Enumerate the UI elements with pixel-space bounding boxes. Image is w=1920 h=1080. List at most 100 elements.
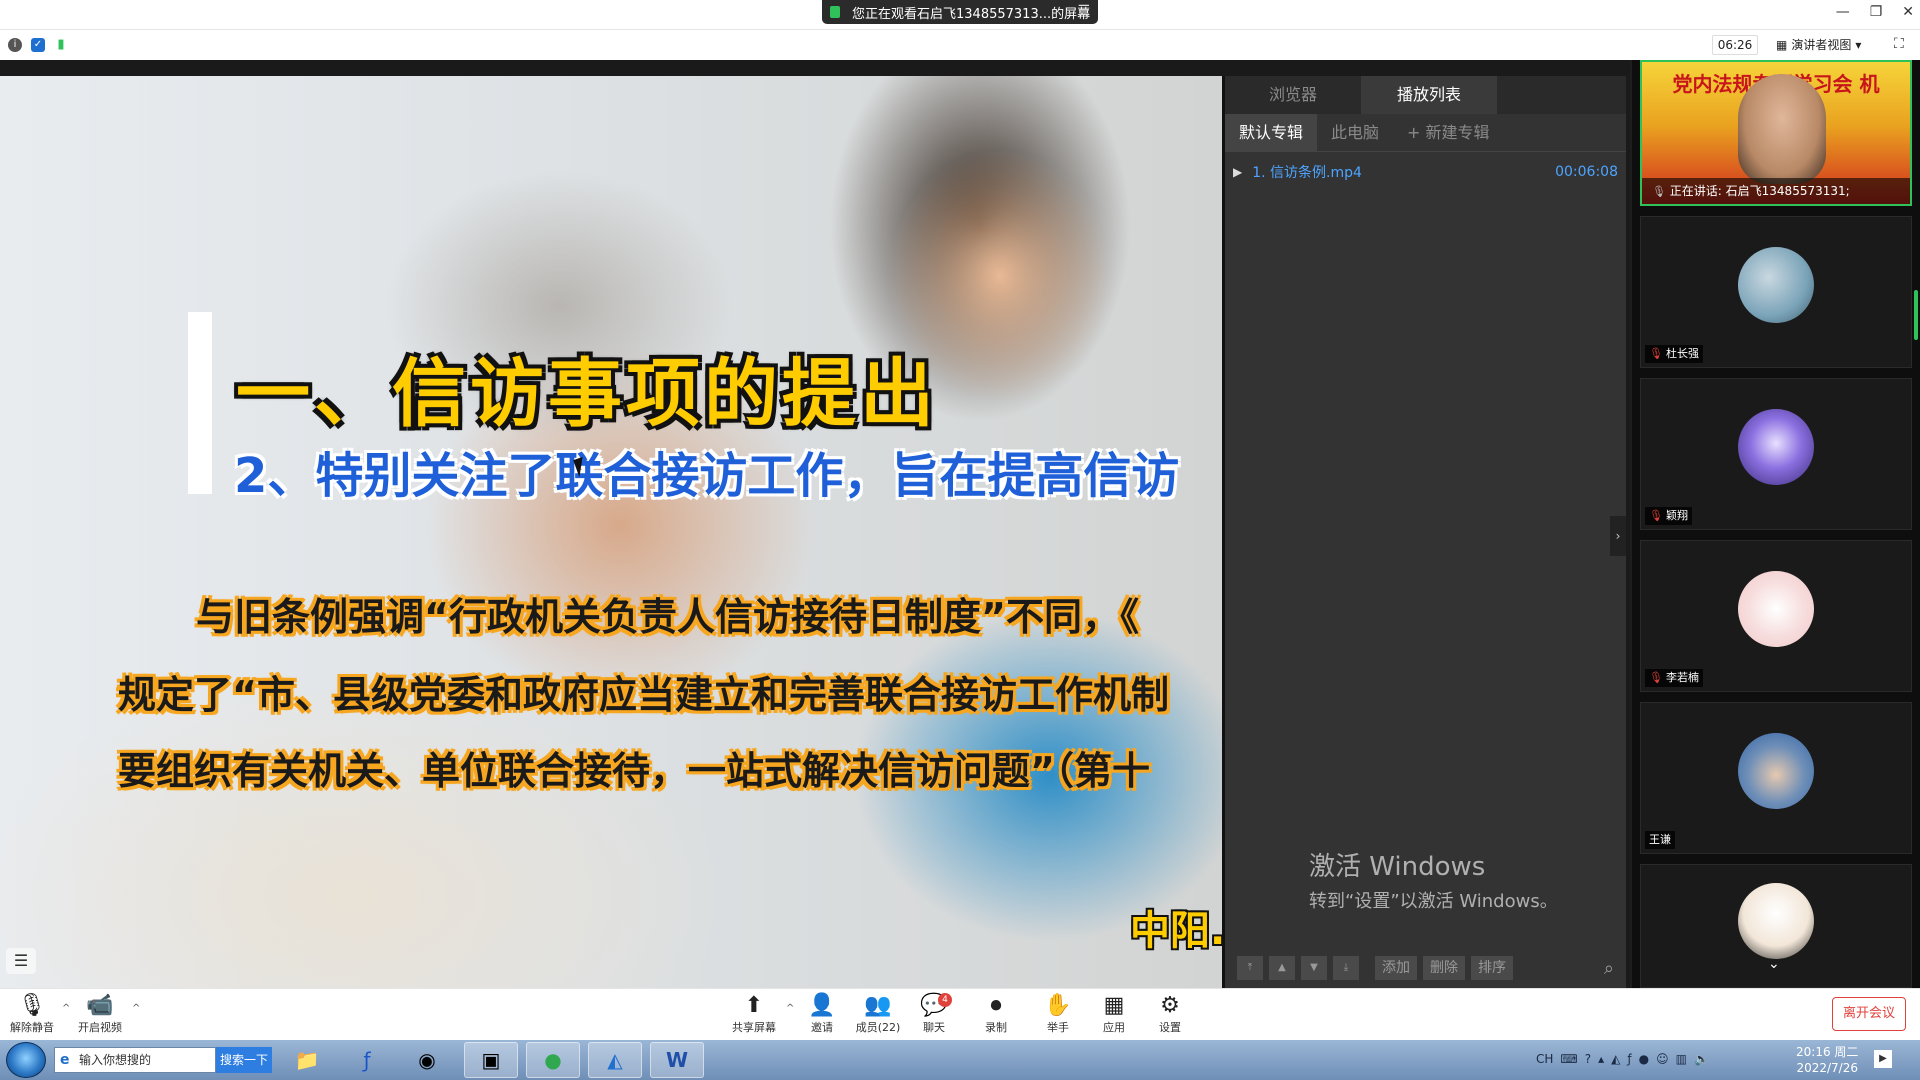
raise-hand-label: 举手 xyxy=(1047,1021,1069,1034)
move-top-icon[interactable]: ⤒ xyxy=(1237,956,1263,980)
wechat-icon[interactable]: ● xyxy=(1639,1052,1649,1066)
album-this-pc[interactable]: 此电脑 xyxy=(1317,114,1393,152)
app-icon[interactable]: ▣ xyxy=(464,1042,518,1078)
playlist-item[interactable]: ▶ 1. 信访条例.mp4 00:06:08 xyxy=(1225,156,1626,188)
invite-button[interactable]: 👤 邀请 xyxy=(792,993,852,1035)
sort-button[interactable]: 排序 xyxy=(1471,956,1513,980)
unmute-button[interactable]: 🎙 解除静音 xyxy=(2,993,62,1035)
qq-icon[interactable]: ☺ xyxy=(1656,1052,1669,1066)
start-button[interactable] xyxy=(6,1042,46,1078)
restore-button[interactable]: ❐ xyxy=(1870,4,1883,20)
network-icon[interactable]: ▥ xyxy=(1676,1052,1687,1066)
clock-date: 2022/7/26 xyxy=(1796,1061,1858,1075)
record-icon: ⏺ xyxy=(990,993,1002,1018)
playlist-item-duration: 00:06:08 xyxy=(1555,164,1618,180)
fullscreen-icon[interactable]: ⛶ xyxy=(1894,36,1904,52)
keyboard-icon[interactable]: ⌨ xyxy=(1560,1052,1577,1066)
mic-icon: 🎙 xyxy=(1652,185,1666,198)
slide-body-line-3: 要组织有关机关、单位联合接待，一站式解决信访问题”（第十 xyxy=(118,749,1150,793)
members-icon: 👥 xyxy=(864,993,892,1018)
notification-icon[interactable]: ▶ xyxy=(1874,1050,1892,1068)
video-options-icon[interactable]: ^ xyxy=(132,1003,140,1014)
chevron-down-icon[interactable]: ⌄ xyxy=(1768,956,1780,972)
search-icon[interactable]: ⌕ xyxy=(1604,958,1614,979)
tab-playlist[interactable]: 播放列表 xyxy=(1361,76,1497,114)
participant-name: 王谦 xyxy=(1649,833,1671,846)
word-icon[interactable]: W xyxy=(650,1042,704,1078)
chat-icon: 💬 xyxy=(920,993,948,1018)
playlist-tabs: 浏览器 播放列表 xyxy=(1225,76,1626,114)
move-up-icon[interactable]: ▲ xyxy=(1269,956,1295,980)
menu-icon[interactable]: ☰ xyxy=(1077,3,1090,19)
close-button[interactable]: ✕ xyxy=(1902,4,1914,20)
flash-icon[interactable]: ƒ xyxy=(340,1042,394,1078)
tray-expand-icon[interactable]: ▴ xyxy=(1598,1052,1604,1066)
hand-icon: ✋ xyxy=(1044,993,1072,1018)
share-status-icon xyxy=(830,6,840,18)
avatar xyxy=(1738,409,1814,485)
participant-scrollbar[interactable] xyxy=(1914,290,1918,340)
share-banner[interactable]: 您正在观看石启飞1348557313...的屏幕 ☰ xyxy=(822,0,1098,24)
video-off-icon: 📹 xyxy=(86,993,114,1018)
apps-label: 应用 xyxy=(1103,1021,1125,1034)
participant-tile[interactable]: 王谦 xyxy=(1640,702,1912,854)
speaker-caption-text: 正在讲话: 石启飞13485573131; xyxy=(1669,184,1850,198)
mic-muted-icon: 🎙 xyxy=(1649,347,1663,360)
meeting-tray-icon[interactable]: ◭ xyxy=(1611,1052,1620,1066)
start-video-button[interactable]: 📹 开启视频 xyxy=(70,993,130,1035)
members-button[interactable]: 👥 成员(22) xyxy=(848,993,908,1035)
settings-label: 设置 xyxy=(1159,1021,1181,1034)
participant-tile[interactable]: 🎙 颖翔 xyxy=(1640,378,1912,530)
taskbar-search-button[interactable]: 搜索一下 xyxy=(216,1047,272,1073)
signal-icon[interactable]: ▮ xyxy=(54,38,68,52)
collapse-panel-icon[interactable]: › xyxy=(1610,516,1626,556)
file-explorer-icon[interactable]: 📁 xyxy=(280,1042,334,1078)
delete-button[interactable]: 删除 xyxy=(1423,956,1465,980)
apps-icon: ▦ xyxy=(1103,993,1125,1018)
shield-icon[interactable]: ✓ xyxy=(31,38,45,52)
view-mode-label: 演讲者视图 xyxy=(1791,38,1852,52)
title-bar: 您正在观看石启飞1348557313...的屏幕 ☰ — ❐ ✕ xyxy=(0,0,1920,30)
info-icon[interactable]: i xyxy=(8,38,22,52)
windows-activation-watermark: 激活 Windows 转到“设置”以激活 Windows。 xyxy=(1309,846,1558,913)
album-tabs: 默认专辑 此电脑 + 新建专辑 xyxy=(1225,113,1626,152)
input-language[interactable]: CH xyxy=(1536,1052,1553,1066)
participant-name-tag: 🎙 杜长强 xyxy=(1645,345,1703,363)
start-video-label: 开启视频 xyxy=(78,1021,122,1034)
speaker-video xyxy=(1738,74,1826,184)
raise-hand-button[interactable]: ✋ 举手 xyxy=(1028,993,1088,1035)
browser-icon[interactable]: ◉ xyxy=(400,1042,454,1078)
share-screen-button[interactable]: ⬆ 共享屏幕 xyxy=(724,993,784,1035)
help-icon[interactable]: ? xyxy=(1585,1052,1591,1066)
leave-meeting-button[interactable]: 离开会议 xyxy=(1832,997,1906,1031)
tab-browser[interactable]: 浏览器 xyxy=(1225,76,1361,114)
new-album-button[interactable]: + 新建专辑 xyxy=(1393,114,1504,152)
record-button[interactable]: ⏺ 录制 xyxy=(966,993,1026,1035)
view-mode-dropdown[interactable]: ▦ 演讲者视图 ▾ xyxy=(1776,35,1861,55)
volume-icon[interactable]: 🔈 xyxy=(1694,1052,1709,1066)
taskbar-search-input[interactable]: e 输入你想搜的 xyxy=(54,1047,216,1073)
minimize-button[interactable]: — xyxy=(1836,4,1850,20)
slide-accent-bar xyxy=(188,312,212,494)
settings-button[interactable]: ⚙ 设置 xyxy=(1140,993,1200,1035)
active-speaker-tile[interactable]: 党内法规专题学习会 机 🎙 正在讲话: 石启飞13485573131; xyxy=(1640,60,1912,206)
mic-muted-icon: 🎙 xyxy=(1649,671,1663,684)
apps-button[interactable]: ▦ 应用 xyxy=(1084,993,1144,1035)
grid-icon: ▦ xyxy=(1776,38,1788,52)
chat-button[interactable]: 💬 4 聊天 xyxy=(904,993,964,1035)
add-button[interactable]: 添加 xyxy=(1375,956,1417,980)
participant-name-tag: 🎙 李若楠 xyxy=(1645,669,1703,687)
play-icon[interactable]: ▶ xyxy=(1233,165,1242,179)
participant-tile[interactable]: 🎙 杜长强 xyxy=(1640,216,1912,368)
participant-tile[interactable]: 🎙 李若楠 xyxy=(1640,540,1912,692)
taskbar-clock[interactable]: 20:16 周二 2022/7/26 xyxy=(1796,1044,1858,1076)
flash-tray-icon[interactable]: ƒ xyxy=(1627,1052,1631,1066)
move-bottom-icon[interactable]: ⤓ xyxy=(1333,956,1359,980)
ie-icon: e xyxy=(60,1052,70,1068)
move-down-icon[interactable]: ▼ xyxy=(1301,956,1327,980)
windows-taskbar: e 输入你想搜的 搜索一下 📁 ƒ ◉ ▣ ● ◭ W CH ⌨ ? ▴ ◭ ƒ… xyxy=(0,1040,1920,1080)
green-app-icon[interactable]: ● xyxy=(526,1042,580,1078)
list-menu-icon[interactable]: ☰ xyxy=(6,948,36,974)
meeting-app-icon[interactable]: ◭ xyxy=(588,1042,642,1078)
album-default[interactable]: 默认专辑 xyxy=(1225,113,1318,152)
